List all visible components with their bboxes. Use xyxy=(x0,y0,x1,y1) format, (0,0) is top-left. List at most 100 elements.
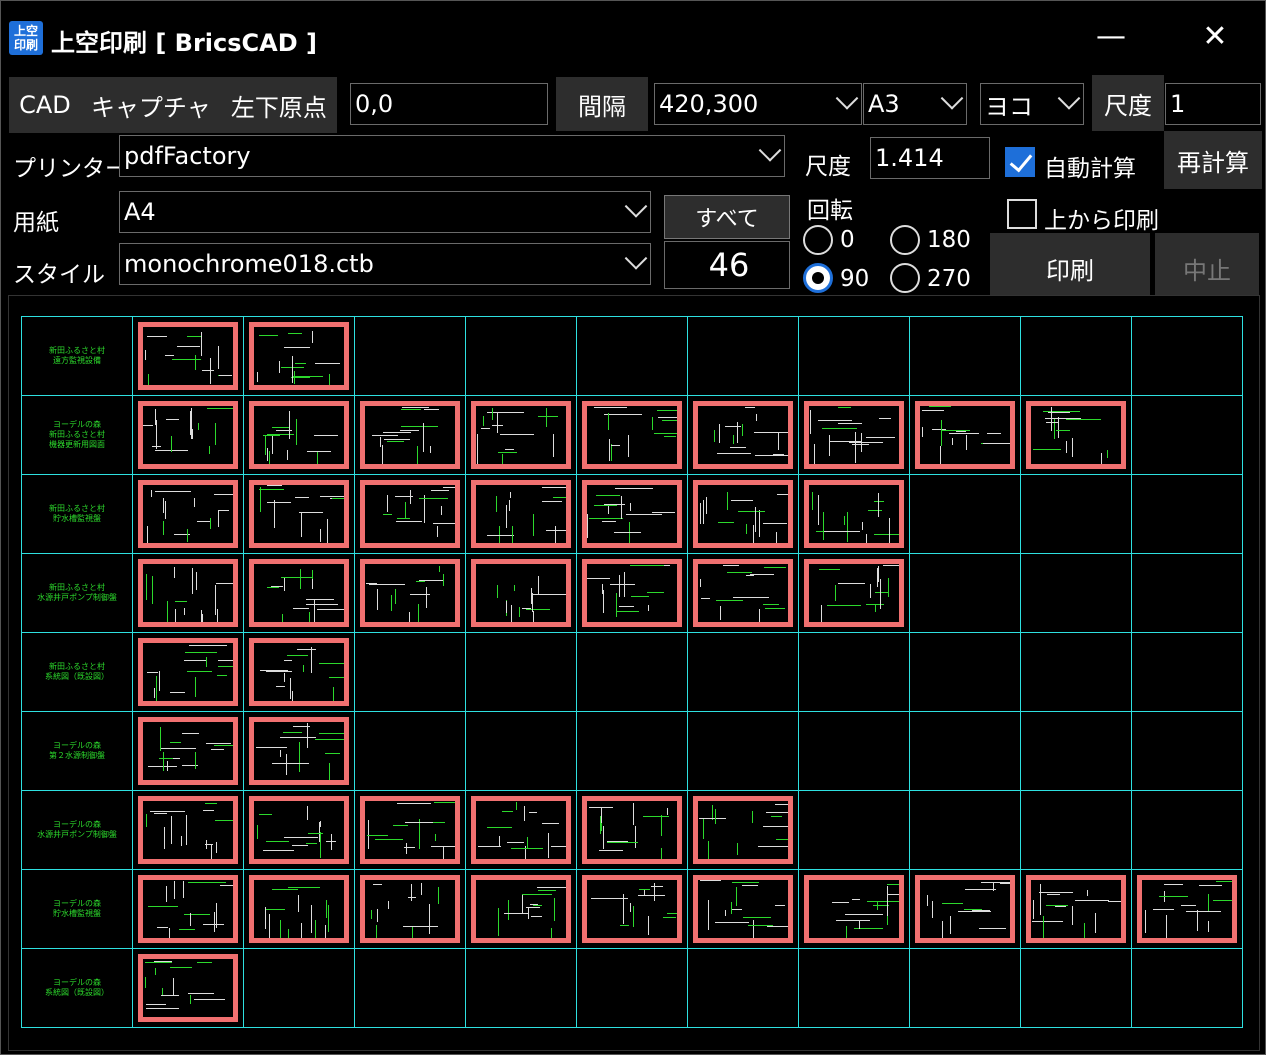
grid-cell[interactable] xyxy=(465,474,577,554)
rotation-180-radio[interactable] xyxy=(890,225,920,255)
scale2-input[interactable]: 1.414 xyxy=(870,137,990,179)
paper-size-select[interactable]: A3 xyxy=(863,83,967,125)
grid-cell[interactable] xyxy=(354,553,466,633)
grid-cell[interactable] xyxy=(1020,474,1132,554)
grid-cell[interactable] xyxy=(465,395,577,475)
drawing-thumbnail[interactable] xyxy=(249,322,349,390)
origin-input[interactable]: 0,0 xyxy=(350,83,548,125)
grid-cell[interactable] xyxy=(465,790,577,870)
grid-cell[interactable] xyxy=(132,869,244,949)
grid-cell[interactable] xyxy=(909,869,1021,949)
grid-cell[interactable] xyxy=(354,632,466,712)
grid-cell[interactable] xyxy=(687,711,799,791)
close-button[interactable]: ✕ xyxy=(1185,15,1245,59)
drawing-thumbnail[interactable] xyxy=(582,796,682,864)
title-bar[interactable]: 上空 印刷 上空印刷 [ BricsCAD ] — ✕ xyxy=(1,1,1265,73)
grid-cell[interactable] xyxy=(909,553,1021,633)
drawing-thumbnail[interactable] xyxy=(693,480,793,548)
stop-button[interactable]: 中止 xyxy=(1155,233,1259,303)
grid-cell[interactable] xyxy=(1131,395,1243,475)
grid-cell[interactable] xyxy=(1131,711,1243,791)
drawing-thumbnail[interactable] xyxy=(471,480,571,548)
printer-select[interactable]: pdfFactory xyxy=(119,135,785,177)
drawing-thumbnail[interactable] xyxy=(804,875,904,943)
grid-cell[interactable] xyxy=(243,395,355,475)
drawing-thumbnail[interactable] xyxy=(138,796,238,864)
drawing-thumbnail[interactable] xyxy=(138,480,238,548)
print-button[interactable]: 印刷 xyxy=(990,233,1150,303)
grid-cell[interactable] xyxy=(687,632,799,712)
drawing-thumbnail[interactable] xyxy=(138,638,238,706)
grid-cell[interactable] xyxy=(1131,474,1243,554)
grid-cell[interactable] xyxy=(798,948,910,1028)
grid-cell[interactable] xyxy=(1020,711,1132,791)
grid-cell[interactable] xyxy=(465,632,577,712)
drawing-thumbnail[interactable] xyxy=(1026,875,1126,943)
grid-cell[interactable] xyxy=(354,316,466,396)
drawing-thumbnail[interactable] xyxy=(138,954,238,1022)
grid-cell[interactable] xyxy=(1020,632,1132,712)
drawing-thumbnail[interactable] xyxy=(471,796,571,864)
grid-cell[interactable] xyxy=(687,869,799,949)
grid-cell[interactable] xyxy=(132,948,244,1028)
grid-cell[interactable] xyxy=(1131,869,1243,949)
grid-cell[interactable] xyxy=(798,316,910,396)
grid-cell[interactable] xyxy=(909,790,1021,870)
grid-cell[interactable] xyxy=(354,948,466,1028)
drawing-thumbnail[interactable] xyxy=(804,401,904,469)
drawing-thumbnail[interactable] xyxy=(138,401,238,469)
paper-select[interactable]: A4 xyxy=(119,191,651,233)
grid-cell[interactable] xyxy=(909,711,1021,791)
grid-cell[interactable] xyxy=(687,395,799,475)
drawing-thumbnail[interactable] xyxy=(249,796,349,864)
grid-cell[interactable] xyxy=(1131,553,1243,633)
grid-cell[interactable] xyxy=(354,869,466,949)
auto-calc-checkbox[interactable] xyxy=(1005,147,1035,177)
orientation-select[interactable]: ヨコ xyxy=(980,83,1084,125)
drawing-thumbnail[interactable] xyxy=(138,875,238,943)
cad-button[interactable]: CAD xyxy=(19,91,71,119)
drawing-thumbnail[interactable] xyxy=(804,480,904,548)
drawing-thumbnail[interactable] xyxy=(693,559,793,627)
rotation-90-radio[interactable] xyxy=(803,263,833,293)
grid-cell[interactable] xyxy=(1020,553,1132,633)
grid-cell[interactable] xyxy=(465,316,577,396)
grid-cell[interactable] xyxy=(798,395,910,475)
all-button[interactable]: すべて xyxy=(664,195,790,239)
rotation-0-radio[interactable] xyxy=(803,225,833,255)
grid-cell[interactable] xyxy=(576,948,688,1028)
preview-area[interactable]: 新田ふるさと村 遠方監視設備 ヨーデルの森 新田ふるさと村 機器更新用図面 新田ふるさと村… xyxy=(8,295,1260,1051)
grid-cell[interactable] xyxy=(798,711,910,791)
drawing-thumbnail[interactable] xyxy=(693,875,793,943)
grid-cell[interactable] xyxy=(576,474,688,554)
grid-cell[interactable] xyxy=(576,553,688,633)
grid-cell[interactable] xyxy=(687,474,799,554)
grid-cell[interactable] xyxy=(465,869,577,949)
drawing-thumbnail[interactable] xyxy=(249,717,349,785)
grid-cell[interactable] xyxy=(798,474,910,554)
drawing-thumbnail[interactable] xyxy=(693,401,793,469)
grid-cell[interactable] xyxy=(798,632,910,712)
grid-cell[interactable] xyxy=(132,316,244,396)
grid-cell[interactable] xyxy=(354,395,466,475)
grid-cell[interactable] xyxy=(1131,948,1243,1028)
grid-cell[interactable] xyxy=(243,316,355,396)
grid-cell[interactable] xyxy=(576,711,688,791)
grid-cell[interactable] xyxy=(576,790,688,870)
grid-cell[interactable] xyxy=(354,474,466,554)
grid-cell[interactable] xyxy=(909,474,1021,554)
grid-cell[interactable] xyxy=(798,553,910,633)
drawing-thumbnail[interactable] xyxy=(249,638,349,706)
drawing-thumbnail[interactable] xyxy=(249,559,349,627)
drawing-thumbnail[interactable] xyxy=(360,875,460,943)
grid-cell[interactable] xyxy=(132,553,244,633)
grid-cell[interactable] xyxy=(465,553,577,633)
grid-cell[interactable] xyxy=(132,790,244,870)
drawing-thumbnail[interactable] xyxy=(249,875,349,943)
grid-cell[interactable] xyxy=(576,395,688,475)
grid-cell[interactable] xyxy=(465,948,577,1028)
grid-cell[interactable] xyxy=(909,948,1021,1028)
grid-cell[interactable] xyxy=(909,316,1021,396)
drawing-thumbnail[interactable] xyxy=(471,875,571,943)
drawing-thumbnail[interactable] xyxy=(582,401,682,469)
